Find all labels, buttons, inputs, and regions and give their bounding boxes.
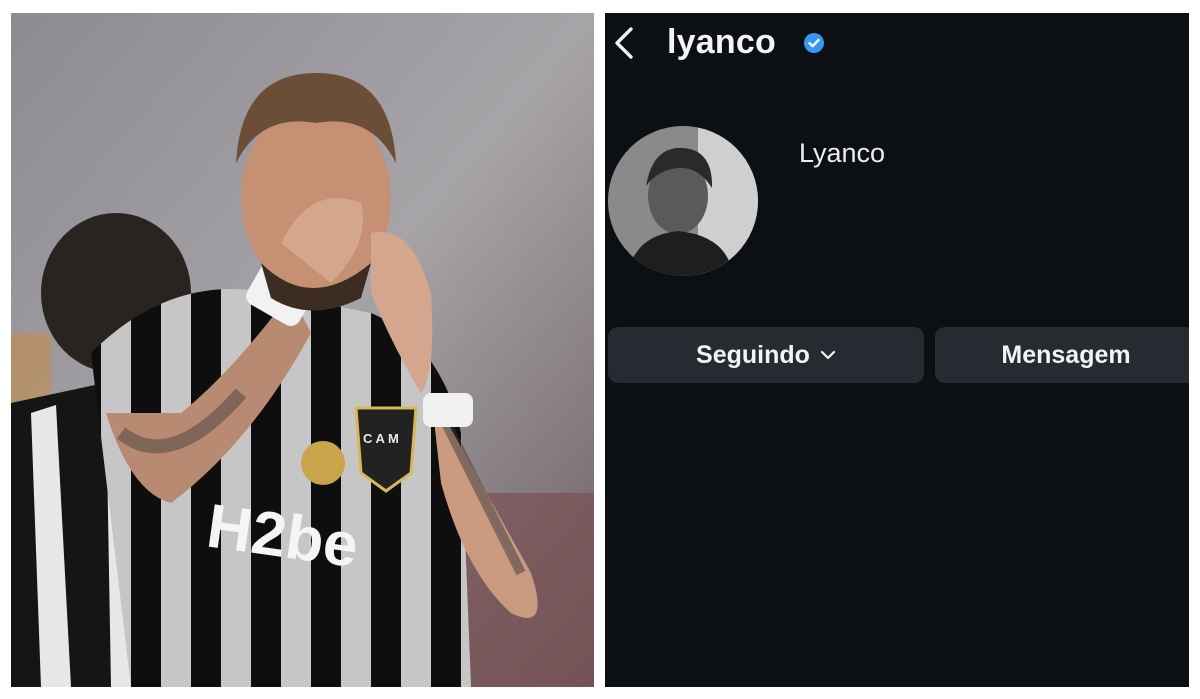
profile-username: lyanco [667, 23, 776, 61]
profile-header: lyanco [605, 13, 1189, 75]
verified-badge-icon [804, 33, 824, 53]
message-button[interactable]: Mensagem [935, 327, 1189, 383]
crest-text: C A M [363, 431, 399, 446]
chevron-left-icon[interactable] [611, 25, 637, 61]
profile-avatar[interactable] [608, 126, 758, 276]
following-button-label: Seguindo [696, 340, 810, 369]
chevron-down-icon [820, 350, 836, 360]
message-button-label: Mensagem [1001, 340, 1131, 369]
profile-display-name: Lyanco [799, 138, 886, 168]
avatar-photo [608, 126, 758, 276]
player-photo-illustration: H2be C A M [11, 13, 594, 687]
following-button[interactable]: Seguindo [608, 327, 924, 383]
instagram-profile-panel: lyanco Lyanco Seguindo Mensagem [605, 13, 1189, 687]
player-photo: H2be C A M [11, 13, 594, 687]
